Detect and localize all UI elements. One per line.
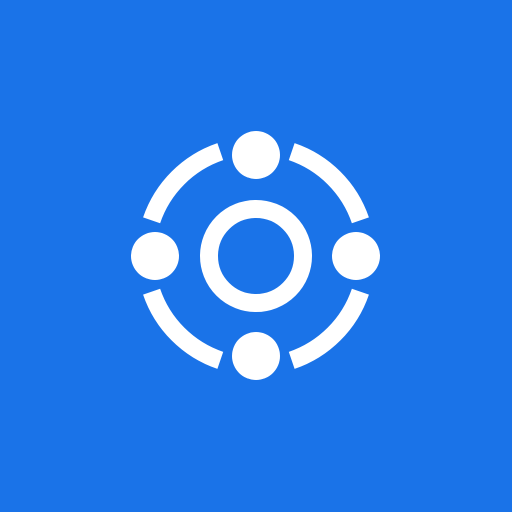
arc-top-right [288,143,369,224]
dot-right [332,232,380,280]
satellite-dots [131,131,380,380]
outer-arc-segments [143,143,369,369]
app-icon-tile [0,0,512,512]
arc-bottom-right [288,288,369,369]
center-ring [200,200,312,312]
dot-bottom [232,332,280,380]
dot-top [232,131,280,179]
orbit-network-icon [131,131,380,380]
arc-bottom-left [143,288,224,369]
arc-top-left [143,143,224,224]
dot-left [131,232,179,280]
